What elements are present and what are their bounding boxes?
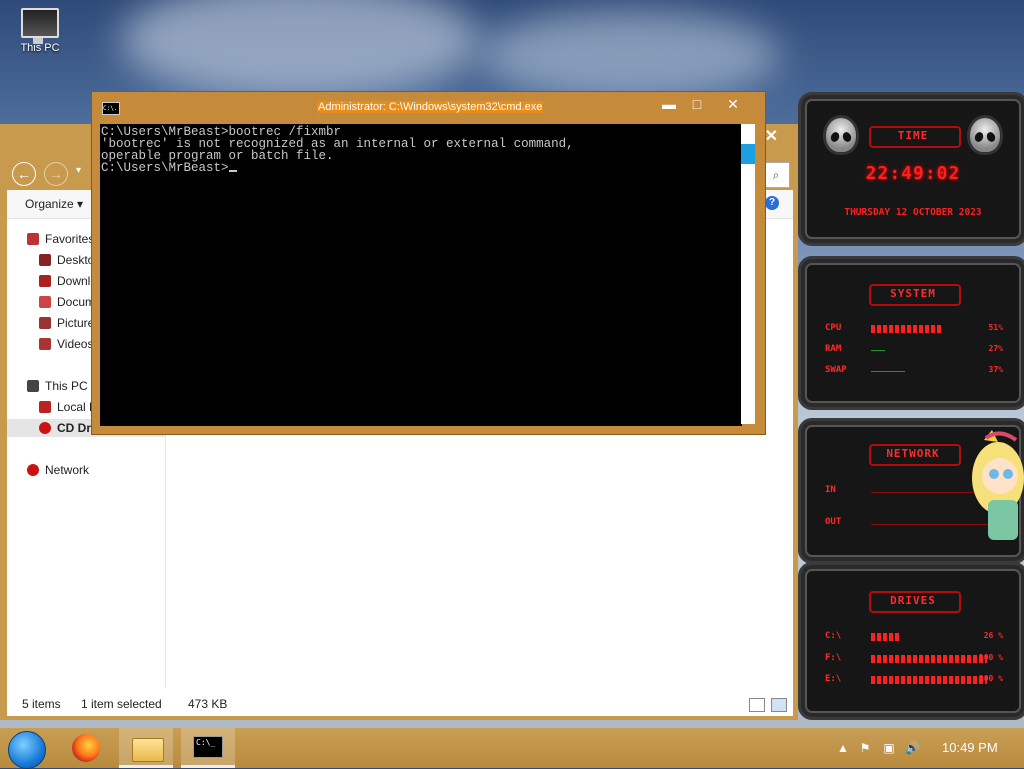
taskbar-firefox[interactable] xyxy=(58,728,112,768)
cmd-taskbar-icon: C:\_ xyxy=(193,736,223,758)
cd-icon xyxy=(39,422,51,434)
network-disconnected-icon[interactable]: ▣ xyxy=(882,741,896,755)
picture-icon xyxy=(39,317,51,329)
selection-count: 1 item selected xyxy=(81,697,162,711)
ram-graph xyxy=(871,350,885,351)
search-button[interactable]: ⌕ xyxy=(762,162,790,188)
back-arrow-icon[interactable]: ← xyxy=(12,162,36,186)
minimize-button[interactable]: ▬ xyxy=(659,95,679,113)
desktop-icon xyxy=(39,254,51,266)
console-prompt: C:\Users\MrBeast> xyxy=(101,161,229,175)
nav-favorites[interactable]: Favorites xyxy=(27,230,94,248)
cmd-app-icon: C:\. xyxy=(102,102,120,115)
nav-label: Favorites xyxy=(45,232,95,246)
selection-size: 473 KB xyxy=(188,697,228,711)
volume-icon[interactable]: 🔊 xyxy=(905,741,920,755)
start-button[interactable] xyxy=(8,731,46,769)
nav-label: Videos xyxy=(57,337,94,351)
system-title: SYSTEM xyxy=(890,287,936,300)
nav-videos[interactable]: Videos xyxy=(39,335,93,353)
cpu-label: CPU xyxy=(825,323,842,333)
forward-arrow-icon[interactable]: → xyxy=(44,162,68,186)
ram-label: RAM xyxy=(825,344,842,354)
close-button[interactable]: ✕ xyxy=(723,95,743,113)
drive-f-value: 100 % xyxy=(978,653,1003,662)
folder-icon xyxy=(132,738,164,762)
star-icon xyxy=(27,233,39,245)
taskbar-cmd[interactable]: C:\_ xyxy=(181,728,235,768)
text-cursor xyxy=(228,170,237,172)
nav-this-pc[interactable]: This PC xyxy=(27,377,88,395)
gadget-date: THURSDAY 12 OCTOBER 2023 xyxy=(844,207,982,218)
ram-value: 27% xyxy=(988,344,1003,353)
maximize-button[interactable]: □ xyxy=(687,95,707,113)
drive-c-value: 26 % xyxy=(983,631,1003,640)
download-icon xyxy=(39,275,51,287)
swap-value: 37% xyxy=(988,365,1003,374)
drive-f-label: F:\ xyxy=(825,653,842,663)
help-icon[interactable]: ? xyxy=(765,196,779,210)
time-title: TIME xyxy=(897,129,929,142)
swap-row: SWAP 37% xyxy=(825,365,1003,379)
drive-c-row: C:\ 26 % xyxy=(825,631,1003,645)
taskbar-file-explorer[interactable] xyxy=(119,728,173,768)
taskbar: C:\_ ▲ ⚑ ▣ 🔊 10:49 PM xyxy=(0,728,1024,769)
document-icon xyxy=(39,296,51,308)
disk-icon xyxy=(39,401,51,413)
swap-graph xyxy=(871,371,905,372)
computer-icon xyxy=(21,8,59,44)
nav-network[interactable]: Network xyxy=(27,461,89,479)
flag-icon[interactable]: ⚑ xyxy=(858,741,872,755)
scrollbar-thumb[interactable] xyxy=(741,144,755,164)
drive-c-label: C:\ xyxy=(825,631,842,641)
item-count: 5 items xyxy=(22,697,61,711)
net-out-label: OUT xyxy=(825,517,842,527)
drive-e-value: 100 % xyxy=(978,674,1003,683)
drives-gadget[interactable]: DRIVES C:\ 26 % F:\ 100 % E:\ 100 % xyxy=(798,562,1024,720)
drive-e-row: E:\ 100 % xyxy=(825,674,1003,688)
firefox-icon xyxy=(72,734,100,762)
organize-button[interactable]: Organize ▾ xyxy=(25,197,83,211)
cpu-value: 51% xyxy=(988,323,1003,332)
sky-cloud xyxy=(480,10,780,100)
cmd-title-bar[interactable]: C:\. Administrator: C:\Windows\system32\… xyxy=(92,92,765,122)
drive-e-label: E:\ xyxy=(825,674,842,684)
drives-title: DRIVES xyxy=(890,594,936,607)
drive-f-bar xyxy=(871,655,987,663)
nav-label: Network xyxy=(45,463,90,477)
net-in-label: IN xyxy=(825,485,836,495)
cpu-row: CPU 51% xyxy=(825,323,1003,337)
recent-chevron-icon[interactable]: ▾ xyxy=(76,165,81,176)
desktop-icon-this-pc[interactable]: This PC xyxy=(14,8,66,54)
sky-cloud xyxy=(120,0,480,100)
drive-c-bar xyxy=(871,633,901,641)
cpu-bar xyxy=(871,325,942,333)
details-view-icon[interactable] xyxy=(749,698,765,712)
console-output[interactable]: C:\Users\MrBeast>bootrec /fixmbr'bootrec… xyxy=(100,124,742,426)
time-gadget[interactable]: TIME 22:49:02 THURSDAY 12 OCTOBER 2023 xyxy=(798,92,1024,246)
cartoon-character-image xyxy=(972,430,1024,540)
cmd-title: Administrator: C:\Windows\system32\cmd.e… xyxy=(317,101,544,113)
drive-e-bar xyxy=(871,676,987,684)
cmd-window: C:\. Administrator: C:\Windows\system32\… xyxy=(91,91,766,435)
video-icon xyxy=(39,338,51,350)
explorer-close-button[interactable]: ✕ xyxy=(765,126,778,146)
system-gadget[interactable]: SYSTEM CPU 51% RAM 27% SWAP 37% xyxy=(798,256,1024,410)
nav-label: This PC xyxy=(45,379,88,393)
gadget-clock: 22:49:02 xyxy=(865,163,961,184)
show-hidden-icons-chevron-icon[interactable]: ▲ xyxy=(836,741,850,755)
swap-label: SWAP xyxy=(825,365,847,375)
cmd-scrollbar[interactable] xyxy=(741,124,755,424)
large-icons-view-icon[interactable] xyxy=(771,698,787,712)
drive-f-row: F:\ 100 % xyxy=(825,653,1003,667)
status-bar: 5 items 1 item selected 473 KB xyxy=(7,692,793,716)
computer-icon xyxy=(27,380,39,392)
ram-row: RAM 27% xyxy=(825,344,1003,358)
network-icon xyxy=(27,464,39,476)
taskbar-clock[interactable]: 10:49 PM xyxy=(942,728,998,768)
